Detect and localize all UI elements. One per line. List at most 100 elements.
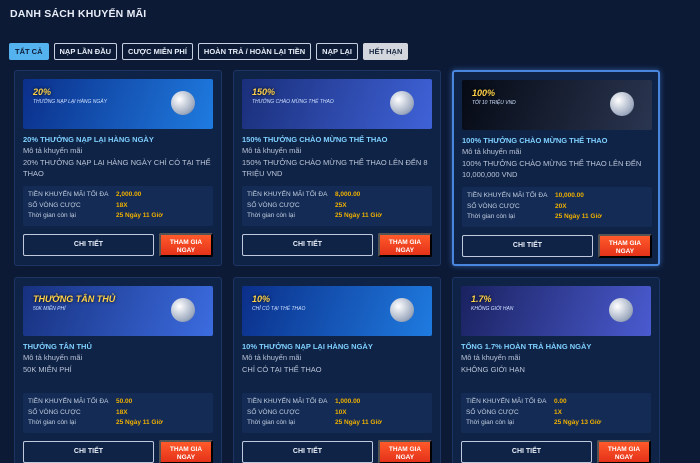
time-left-value: 25 Ngày 13 Giờ — [554, 419, 602, 426]
wager-label: SỐ VÒNG CƯỢC — [28, 408, 81, 416]
promotion-card: THƯỞNG TÂN THỦ 50K MIỄN PHÍ THƯỞNG TÂN T… — [14, 277, 222, 463]
time-left-label: Thời gian còn lại — [247, 419, 295, 426]
tab-cashback[interactable]: HOÀN TRẢ / HOÀN LẠI TIỀN — [197, 43, 312, 60]
promotion-description: 50K MIỄN PHÍ — [23, 365, 72, 374]
promotion-info-box: TIỀN KHUYẾN MÃI TỐI ĐA 1,000.00 SỐ VÒNG C… — [242, 393, 432, 433]
tab-expired[interactable]: HẾT HẠN — [363, 43, 409, 60]
ball-icon — [609, 298, 633, 322]
ball-icon — [171, 91, 195, 115]
banner-headline: 10% — [252, 294, 271, 304]
promotion-info-box: TIỀN KHUYẾN MÃI TỐI ĐA 8,000.00 SỐ VÒNG C… — [242, 186, 432, 226]
tab-free-bet[interactable]: CƯỢC MIỄN PHÍ — [122, 43, 193, 60]
max-bonus-label: TIỀN KHUYẾN MÃI TỐI ĐA — [28, 191, 109, 198]
wager-value: 18X — [116, 201, 128, 209]
promotion-info-box: TIỀN KHUYẾN MÃI TỐI ĐA 0.00 SỐ VÒNG CƯỢC 1… — [461, 393, 651, 433]
time-left-value: 25 Ngày 11 Giờ — [116, 419, 163, 426]
promotion-banner[interactable]: THƯỞNG TÂN THỦ 50K MIỄN PHÍ — [23, 286, 213, 336]
description-label: Mô tả khuyến mãi — [23, 353, 83, 362]
time-left-label: Thời gian còn lại — [247, 212, 295, 219]
promotion-title: 20% THƯỞNG NẠP LẠI HÀNG NGÀY — [23, 135, 154, 144]
detail-button[interactable]: CHI TIẾT — [462, 235, 593, 257]
max-bonus-value: 0.00 — [554, 398, 567, 405]
ball-icon — [610, 92, 634, 116]
detail-button[interactable]: CHI TIẾT — [461, 441, 592, 463]
filter-tabs: TẤT CẢ NẠP LẦN ĐẦU CƯỢC MIỄN PHÍ HOÀN TR… — [9, 43, 409, 60]
max-bonus-label: TIỀN KHUYẾN MÃI TỐI ĐA — [247, 398, 328, 405]
max-bonus-value: 8,000.00 — [335, 191, 361, 198]
max-bonus-value: 10,000.00 — [555, 192, 584, 199]
description-label: Mô tả khuyến mãi — [242, 353, 302, 362]
banner-headline: 20% — [33, 87, 52, 97]
wager-label: SỐ VÒNG CƯỢC — [247, 201, 300, 209]
promotion-description: CHỈ CÓ TẠI THỂ THAO — [242, 365, 322, 374]
promotion-card: 10% CHỈ CÓ TẠI THỂ THAO 10% THƯỞNG NẠP L… — [233, 277, 441, 463]
banner-subline: 50K MIỄN PHÍ — [33, 306, 66, 312]
wager-label: SỐ VÒNG CƯỢC — [467, 202, 520, 210]
detail-button[interactable]: CHI TIẾT — [242, 441, 373, 463]
banner-subline: THƯỞNG NẠP LẠI HÀNG NGÀY — [33, 99, 107, 105]
wager-value: 20X — [555, 202, 567, 210]
max-bonus-value: 50.00 — [116, 398, 133, 405]
detail-button[interactable]: CHI TIẾT — [242, 234, 373, 256]
banner-headline: 100% — [472, 88, 496, 98]
detail-button[interactable]: CHI TIẾT — [23, 441, 154, 463]
promotion-banner[interactable]: 1.7% KHÔNG GIỚI HẠN — [461, 286, 651, 336]
max-bonus-value: 1,000.00 — [335, 398, 361, 405]
time-left-value: 25 Ngày 11 Giờ — [335, 212, 382, 219]
promotion-description: 20% THƯỞNG NẠP LẠI HÀNG NGÀY CHỈ CÓ TẠI … — [23, 158, 211, 178]
promotion-banner[interactable]: 10% CHỈ CÓ TẠI THỂ THAO — [242, 286, 432, 336]
promotion-banner[interactable]: 100% TỚI 10 TRIỆU VND — [462, 80, 652, 130]
promotion-title: TỔNG 1.7% HOÀN TRẢ HÀNG NGÀY — [461, 342, 592, 351]
join-button[interactable]: THAM GIA NGAY — [159, 440, 213, 463]
banner-subline: TỚI 10 TRIỆU VND — [472, 100, 516, 106]
join-button[interactable]: THAM GIA NGAY — [378, 233, 432, 257]
max-bonus-label: TIỀN KHUYẾN MÃI TỐI ĐA — [467, 192, 548, 199]
promotion-description: KHÔNG GIỚI HẠN — [461, 365, 525, 374]
promotion-title: 10% THƯỞNG NẠP LẠI HÀNG NGÀY — [242, 342, 373, 351]
banner-headline: 1.7% — [471, 294, 492, 304]
time-left-label: Thời gian còn lại — [28, 419, 76, 426]
ball-icon — [390, 91, 414, 115]
promotion-card: 150% THƯỞNG CHÀO MỪNG THỂ THAO 150% THƯỞ… — [233, 70, 441, 266]
page-title: DANH SÁCH KHUYẾN MÃI — [10, 8, 147, 20]
time-left-value: 25 Ngày 11 Giờ — [335, 419, 382, 426]
join-button[interactable]: THAM GIA NGAY — [598, 234, 652, 258]
join-button[interactable]: THAM GIA NGAY — [159, 233, 213, 257]
detail-button[interactable]: CHI TIẾT — [23, 234, 154, 256]
ball-icon — [390, 298, 414, 322]
join-button[interactable]: THAM GIA NGAY — [597, 440, 651, 463]
promotion-info-box: TIỀN KHUYẾN MÃI TỐI ĐA 10,000.00 SỐ VÒNG … — [462, 187, 652, 227]
tab-reload[interactable]: NẠP LẠI — [316, 43, 359, 60]
description-label: Mô tả khuyến mãi — [23, 146, 83, 155]
banner-subline: KHÔNG GIỚI HẠN — [471, 306, 514, 312]
promotion-banner[interactable]: 150% THƯỞNG CHÀO MỪNG THỂ THAO — [242, 79, 432, 129]
promotion-banner[interactable]: 20% THƯỞNG NẠP LẠI HÀNG NGÀY — [23, 79, 213, 129]
promotion-card: 100% TỚI 10 TRIỆU VND 100% THƯỞNG CHÀO M… — [452, 70, 660, 266]
banner-headline: 150% — [252, 87, 276, 97]
promotion-info-box: TIỀN KHUYẾN MÃI TỐI ĐA 2,000.00 SỐ VÒNG C… — [23, 186, 213, 226]
max-bonus-label: TIỀN KHUYẾN MÃI TỐI ĐA — [28, 398, 109, 405]
wager-value: 10X — [335, 408, 347, 416]
promotion-grid: 20% THƯỞNG NẠP LẠI HÀNG NGÀY 20% THƯỞNG … — [14, 70, 660, 463]
time-left-label: Thời gian còn lại — [467, 213, 515, 220]
banner-headline: THƯỞNG TÂN THỦ — [33, 294, 116, 304]
time-left-label: Thời gian còn lại — [466, 419, 514, 426]
wager-label: SỐ VÒNG CƯỢC — [466, 408, 519, 416]
join-button[interactable]: THAM GIA NGAY — [378, 440, 432, 463]
wager-label: SỐ VÒNG CƯỢC — [28, 201, 81, 209]
tab-all[interactable]: TẤT CẢ — [9, 43, 49, 60]
wager-label: SỐ VÒNG CƯỢC — [247, 408, 300, 416]
slot-icon — [171, 298, 195, 322]
promotion-info-box: TIỀN KHUYẾN MÃI TỐI ĐA 50.00 SỐ VÒNG CƯỢC… — [23, 393, 213, 433]
promotion-title: 100% THƯỞNG CHÀO MỪNG THỂ THAO — [462, 136, 608, 145]
promotion-description: 150% THƯỞNG CHÀO MỪNG THỂ THAO LÊN ĐẾN 8… — [242, 158, 428, 178]
description-label: Mô tả khuyến mãi — [461, 353, 521, 362]
banner-subline: THƯỞNG CHÀO MỪNG THỂ THAO — [252, 99, 334, 105]
wager-value: 18X — [116, 408, 128, 416]
wager-value: 1X — [554, 408, 562, 416]
promotion-card: 20% THƯỞNG NẠP LẠI HÀNG NGÀY 20% THƯỞNG … — [14, 70, 222, 266]
promotion-description: 100% THƯỞNG CHÀO MỪNG THỂ THAO LÊN ĐẾN 1… — [462, 159, 642, 179]
time-left-value: 25 Ngày 11 Giờ — [116, 212, 163, 219]
tab-first-deposit[interactable]: NẠP LẦN ĐẦU — [53, 43, 118, 60]
banner-subline: CHỈ CÓ TẠI THỂ THAO — [252, 306, 306, 312]
